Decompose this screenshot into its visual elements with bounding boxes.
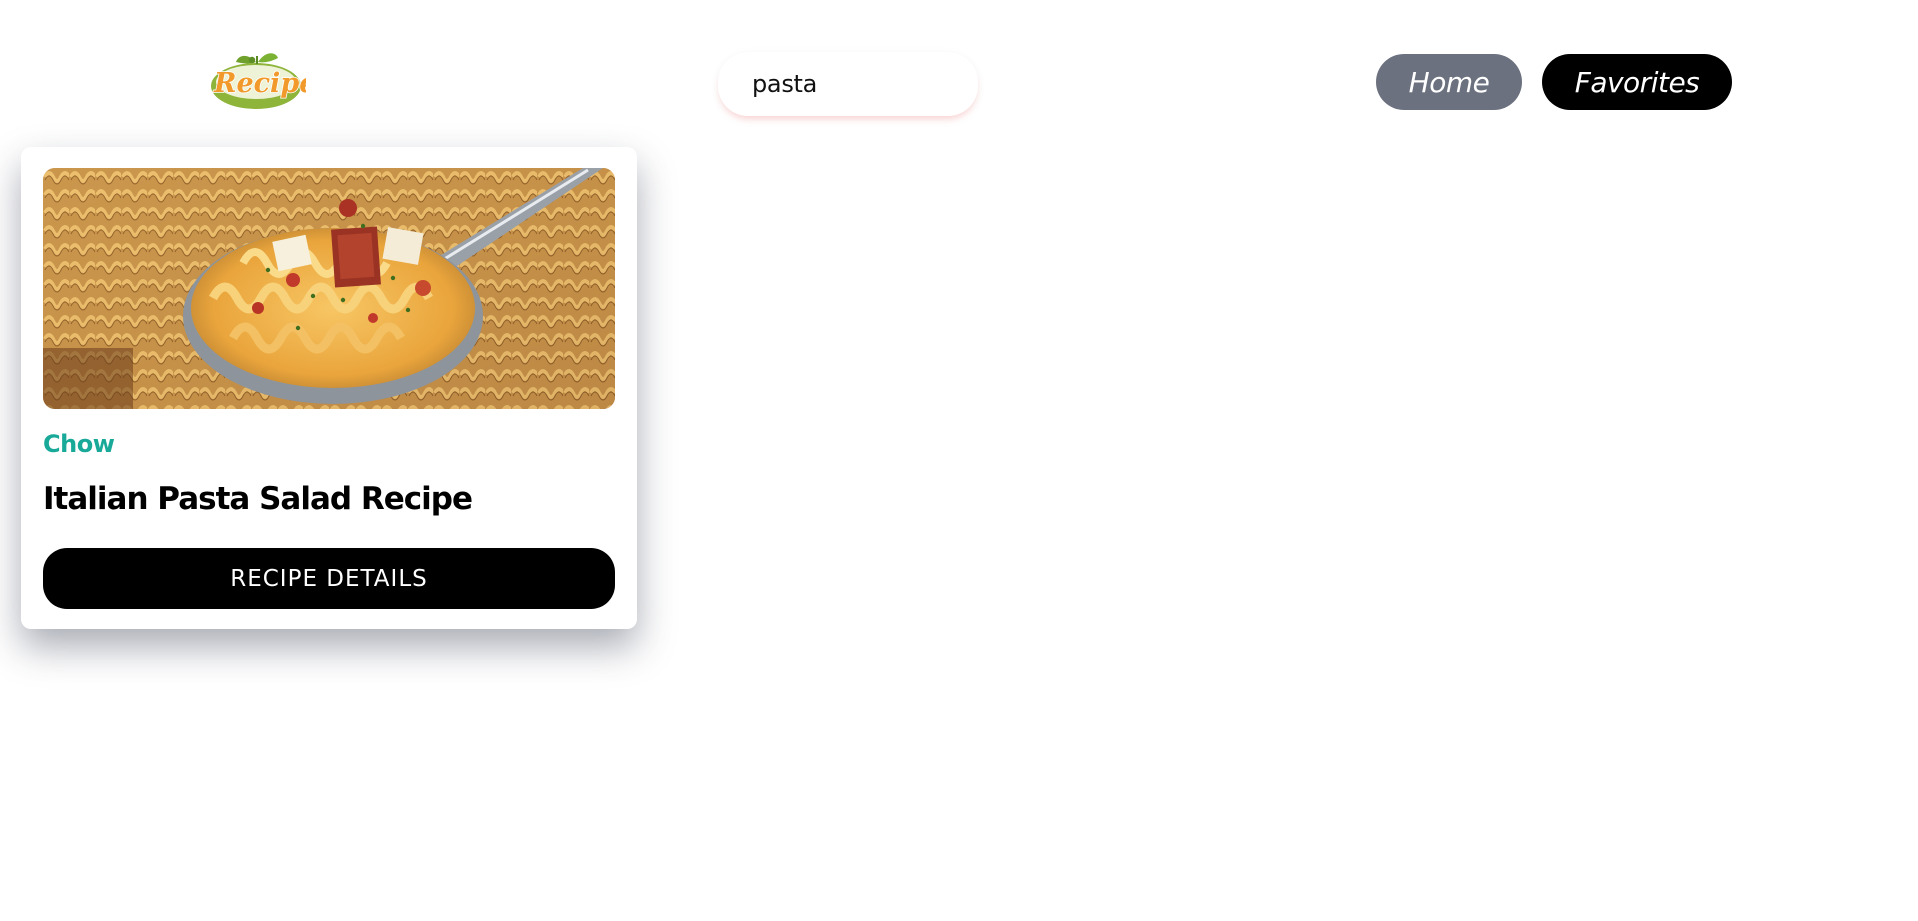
favorites-button[interactable]: Favorites bbox=[1542, 54, 1732, 110]
logo[interactable]: Recipe bbox=[208, 48, 306, 112]
search-input[interactable] bbox=[752, 70, 978, 98]
recipe-image[interactable] bbox=[43, 168, 615, 409]
recipe-source: Chow bbox=[43, 430, 115, 458]
home-button-label: Home bbox=[1408, 65, 1490, 99]
page: Recipe Home Favorites bbox=[0, 0, 1918, 921]
header: Recipe Home Favorites bbox=[0, 0, 1918, 150]
home-button[interactable]: Home bbox=[1376, 54, 1522, 110]
pasta-photo-icon bbox=[43, 168, 615, 409]
recipe-title: Italian Pasta Salad Recipe bbox=[43, 481, 473, 517]
search-bar[interactable] bbox=[718, 52, 978, 116]
recipe-details-button[interactable]: RECIPE DETAILS bbox=[43, 548, 615, 609]
recipe-card: Chow Italian Pasta Salad Recipe RECIPE D… bbox=[21, 147, 637, 629]
recipe-logo-icon: Recipe bbox=[211, 53, 306, 109]
favorites-button-label: Favorites bbox=[1574, 65, 1700, 99]
recipe-details-label: RECIPE DETAILS bbox=[230, 565, 428, 592]
logo-text: Recipe bbox=[213, 68, 306, 99]
